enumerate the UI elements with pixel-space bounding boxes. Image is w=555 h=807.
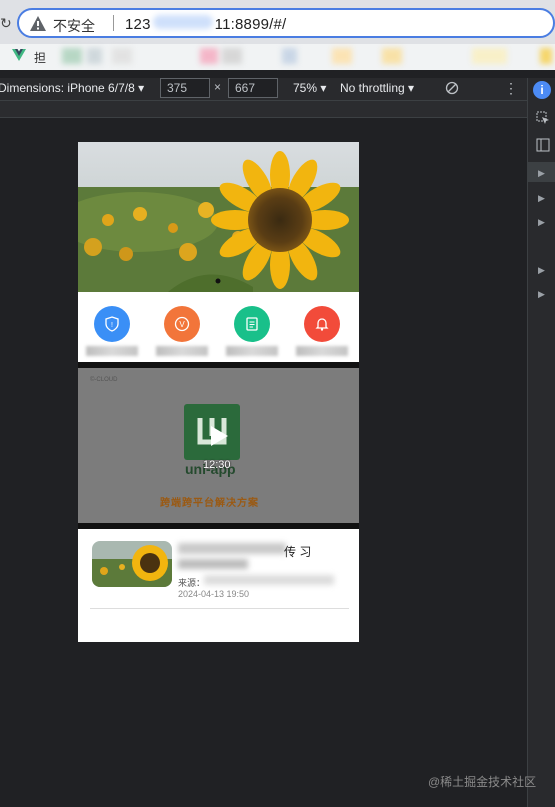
news-date: 2024-04-13 19:50 (178, 589, 250, 599)
video-duration: 12:30 (203, 459, 231, 471)
svg-text:V: V (179, 320, 185, 329)
news-title: 传 习 (284, 545, 312, 559)
more-options-icon[interactable]: ⋮ (504, 80, 518, 97)
inspect-element-icon[interactable] (536, 111, 550, 125)
zoom-dropdown[interactable]: 75% ▾ (293, 81, 326, 95)
news-title-line2-redacted (178, 559, 248, 569)
url-redacted (152, 15, 213, 29)
watermark-text: @稀土掘金技术社区 (428, 775, 537, 789)
news-title-redacted (178, 543, 286, 554)
bookmark-items-redacted (62, 48, 552, 64)
video-player[interactable]: ©-CLOUD uni-app 跨端跨平台解决方案 12:30 (78, 368, 359, 526)
viewport-width-input[interactable]: 375 (160, 78, 210, 98)
browser-toolbar: ↻ 不安全 123 11:8899/#/ 担 (0, 0, 555, 70)
news-thumbnail[interactable] (92, 541, 172, 587)
expand-arrow-icon[interactable]: ▶ (538, 193, 545, 204)
media-query-ruler (0, 100, 527, 118)
vip-icon[interactable]: V (164, 306, 200, 342)
reload-icon[interactable]: ↻ (0, 11, 12, 35)
icon-label-redacted (226, 346, 278, 356)
document-icon[interactable] (234, 306, 270, 342)
bookmarks-bar: 担 (0, 44, 555, 70)
url-end: 11:8899/#/ (214, 16, 287, 33)
warning-icon[interactable] (29, 15, 47, 33)
play-icon[interactable] (209, 425, 229, 447)
news-source: 来源： (178, 578, 206, 588)
toggle-panel-icon[interactable] (536, 138, 550, 152)
device-toolbar: Dimensions: iPhone 6/7/8 ▾ 375 × 667 75%… (0, 78, 527, 100)
address-separator (113, 15, 114, 31)
expand-arrow-icon[interactable]: ▶ (538, 265, 545, 276)
icon-label-redacted (156, 346, 208, 356)
info-icon[interactable]: i (533, 81, 551, 99)
news-list-item[interactable]: 传 习 来源： 2024-04-13 19:50 (78, 529, 359, 642)
bookmark-item[interactable]: 担 (34, 49, 46, 66)
security-label[interactable]: 不安全 (53, 16, 95, 36)
device-viewport: ! V ©-CLOUD uni-app 跨端跨平台解决方案 12:30 传 习 … (78, 142, 359, 642)
expand-arrow-icon[interactable]: ▶ (538, 289, 545, 300)
expand-arrow-icon[interactable]: ▶ (538, 217, 545, 228)
icon-label-redacted (86, 346, 138, 356)
devtools-side-panel: i ▶ ▶ ▶ ▶ ▶ (527, 78, 555, 807)
icon-nav-grid: ! V (78, 292, 359, 362)
news-source-redacted (204, 575, 334, 585)
viewport-height-input[interactable]: 667 (228, 78, 278, 98)
rotate-icon[interactable] (445, 81, 459, 95)
video-slogan: 跨端跨平台解决方案 (160, 498, 259, 509)
list-divider (90, 608, 349, 609)
url-start: 123 (125, 16, 151, 33)
vue-logo-icon[interactable] (12, 48, 26, 62)
svg-text:!: ! (111, 322, 113, 329)
throttling-dropdown[interactable]: No throttling ▾ (340, 81, 414, 95)
device-dimensions-dropdown[interactable]: Dimensions: iPhone 6/7/8 ▾ (0, 81, 144, 95)
shield-icon[interactable]: ! (94, 306, 130, 342)
icon-label-redacted (296, 346, 348, 356)
url-text[interactable]: 123 11:8899/#/ (125, 15, 286, 33)
expand-arrow-icon[interactable]: ▶ (538, 168, 545, 179)
times-symbol: × (214, 80, 222, 94)
address-bar[interactable]: 不安全 123 11:8899/#/ (17, 8, 555, 38)
bell-icon[interactable] (304, 306, 340, 342)
cloud-label: ©-CLOUD (90, 377, 118, 383)
banner-swiper[interactable] (78, 142, 359, 292)
